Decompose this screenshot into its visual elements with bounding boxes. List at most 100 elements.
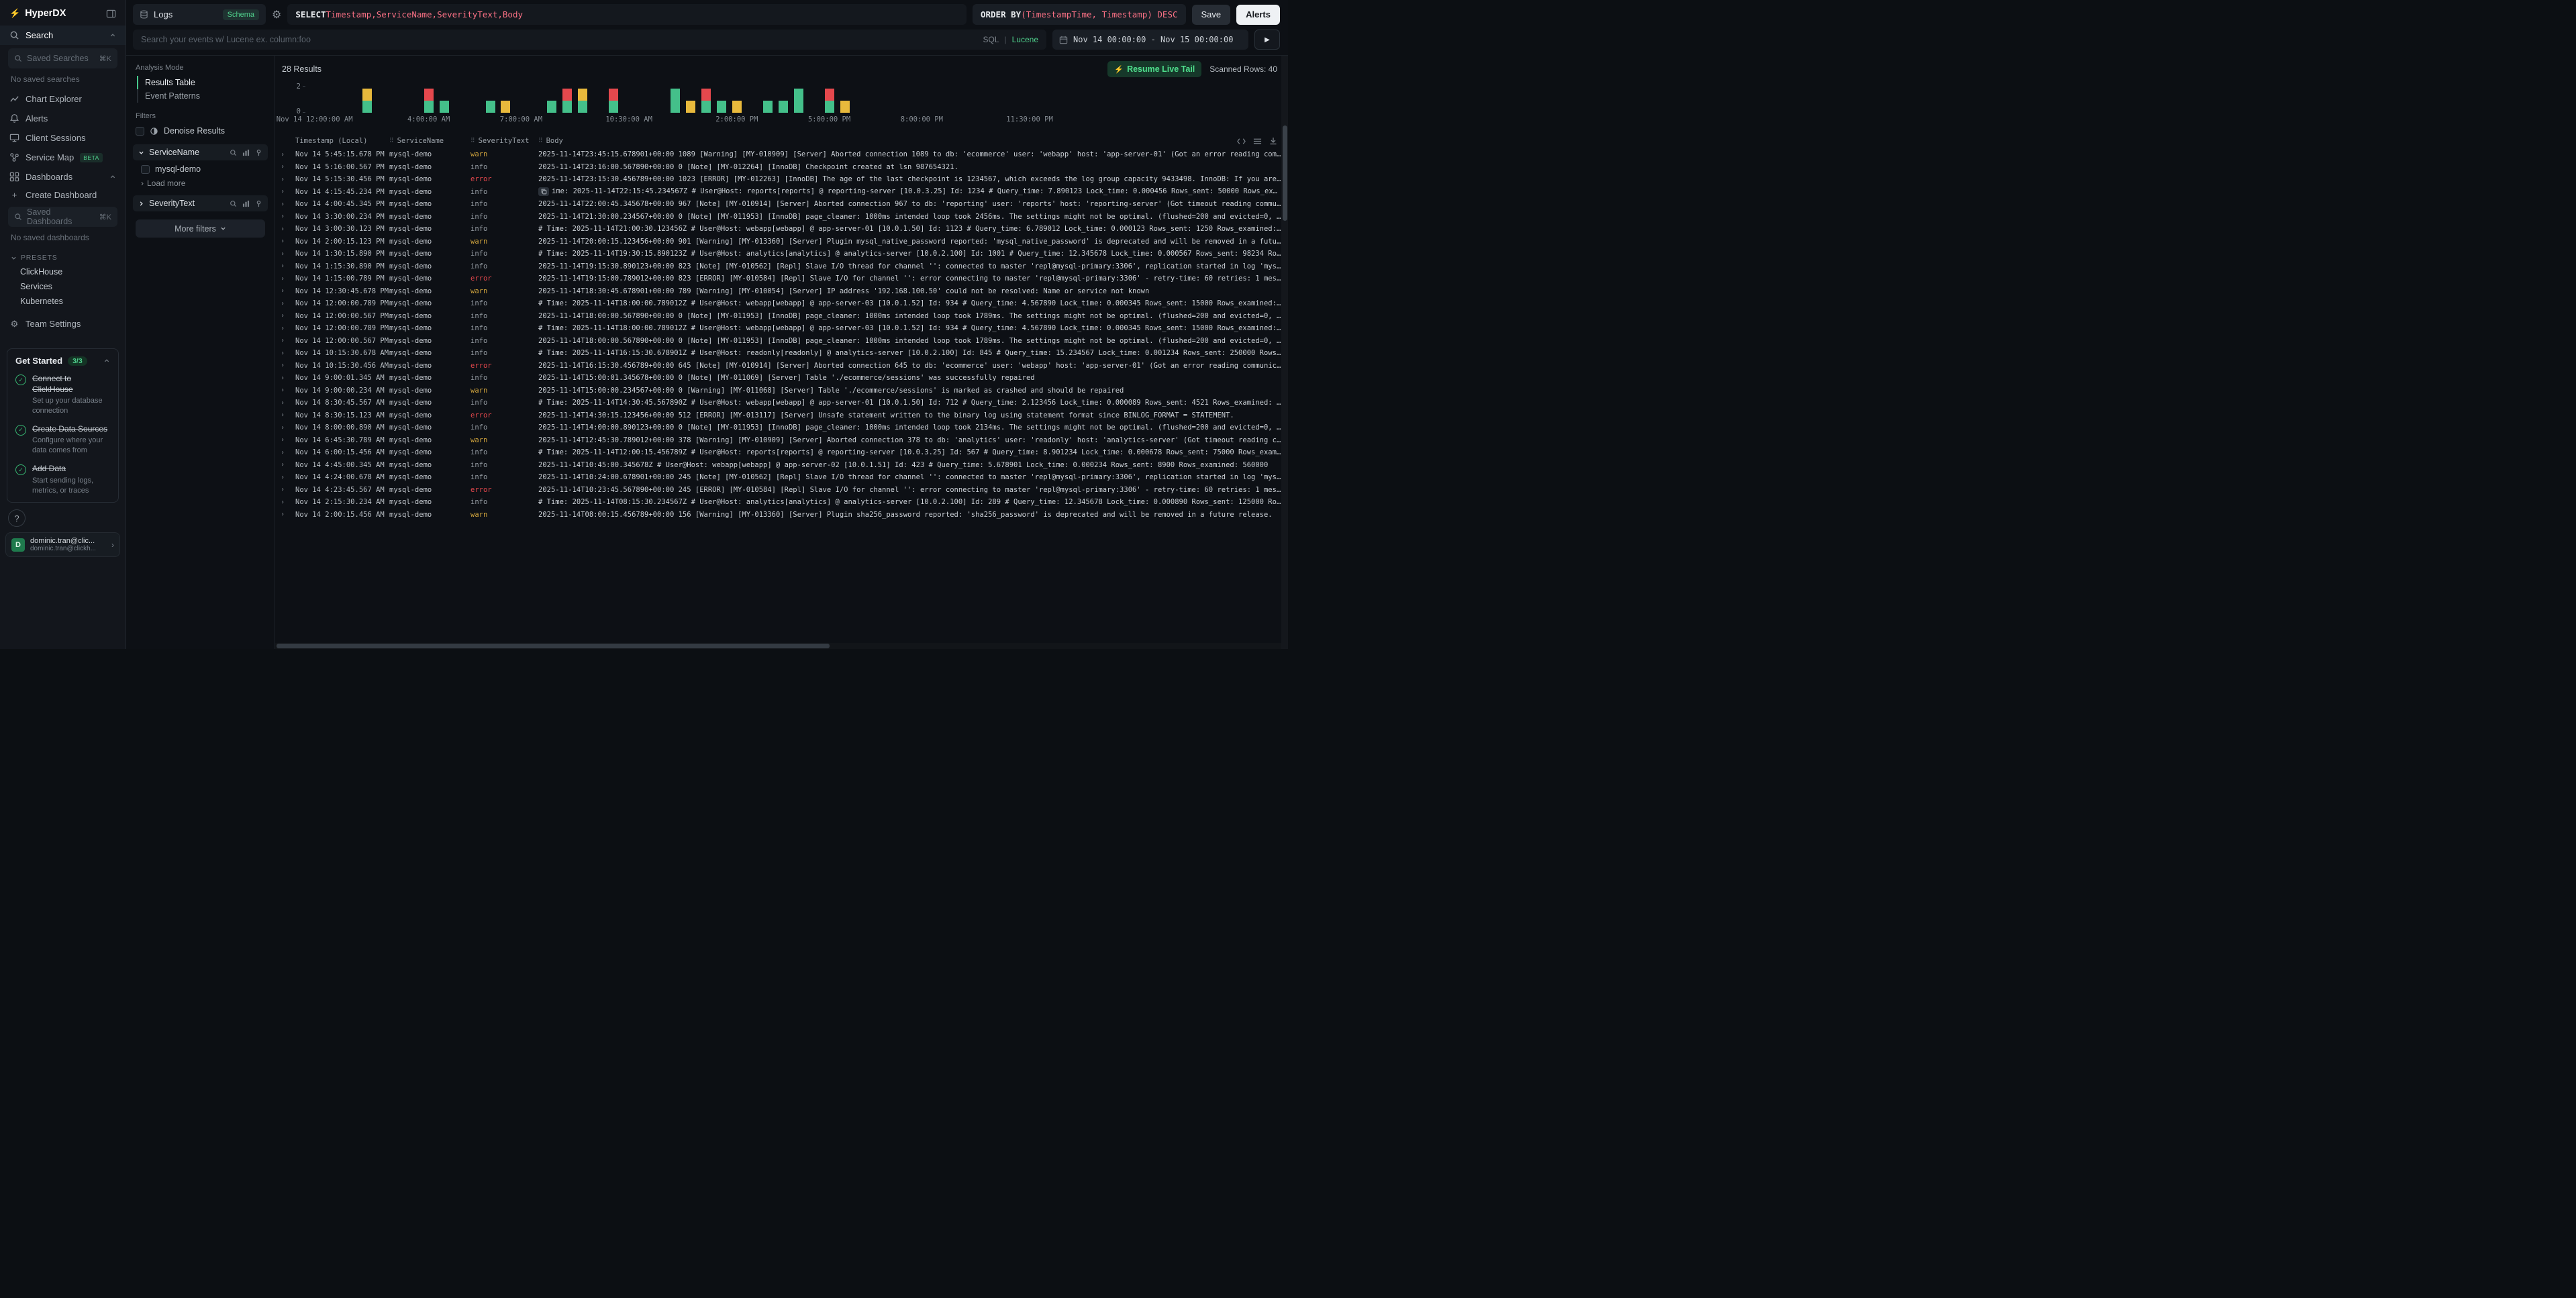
row-expand-icon[interactable]: › [281,499,295,506]
copy-icon[interactable] [538,187,549,196]
table-row[interactable]: ›Nov 14 10:15:30.456 AMmysql-demoerror20… [275,360,1281,372]
histogram-bar[interactable] [578,89,587,113]
download-icon[interactable] [1269,137,1277,145]
alerts-button[interactable]: Alerts [1236,5,1280,25]
saved-dashboards-input[interactable]: Saved Dashboards ⌘K [8,207,117,227]
histogram-bar[interactable] [501,101,510,113]
table-row[interactable]: ›Nov 14 4:45:00.345 AMmysql-demoinfo2025… [275,459,1281,472]
histogram-bar[interactable] [440,101,449,113]
table-row[interactable]: ›Nov 14 1:15:00.789 PMmysql-demoerror202… [275,272,1281,285]
row-expand-icon[interactable]: › [281,399,295,407]
hyperdx-logo[interactable]: ⚡ HyperDX [9,8,66,19]
denoise-checkbox[interactable] [136,127,144,136]
table-row[interactable]: ›Nov 14 1:15:30.890 PMmysql-demoinfo2025… [275,260,1281,273]
table-row[interactable]: ›Nov 14 8:30:45.567 AMmysql-demoinfo# Ti… [275,397,1281,409]
table-row[interactable]: ›Nov 14 5:16:00.567 PMmysql-demoinfo2025… [275,161,1281,174]
get-started-item[interactable]: ✓Create Data SourcesConfigure where your… [15,424,110,456]
histogram-bar[interactable] [779,101,788,113]
histogram-bar[interactable] [840,101,850,113]
get-started-item[interactable]: ✓Add DataStart sending logs, metrics, or… [15,464,110,495]
row-expand-icon[interactable]: › [281,449,295,456]
histogram-bar[interactable] [763,101,773,113]
search-icon[interactable] [230,200,237,207]
table-row[interactable]: ›Nov 14 9:00:01.345 AMmysql-demoinfo2025… [275,372,1281,385]
table-settings-icon[interactable] [1253,138,1262,145]
bar-chart-icon[interactable] [242,149,250,156]
horizontal-scrollbar-thumb[interactable] [277,644,830,648]
help-button[interactable]: ? [8,509,26,527]
sidebar-preset-item[interactable]: Services [0,279,126,294]
row-expand-icon[interactable]: › [281,350,295,357]
bar-chart-icon[interactable] [242,200,250,207]
row-expand-icon[interactable]: › [281,436,295,444]
sidebar-item-chart-explorer[interactable]: Chart Explorer [0,89,126,109]
row-expand-icon[interactable]: › [281,337,295,344]
source-select[interactable]: Logs Schema [133,4,266,25]
row-expand-icon[interactable]: › [281,287,295,295]
row-expand-icon[interactable]: › [281,151,295,158]
search-icon[interactable] [230,149,237,156]
histogram-bar[interactable] [732,101,742,113]
row-expand-icon[interactable]: › [281,226,295,233]
row-expand-icon[interactable]: › [281,176,295,183]
row-expand-icon[interactable]: › [281,424,295,432]
histogram-bar[interactable] [825,89,834,113]
mode-toggle-sql[interactable]: SQL [983,35,999,44]
row-expand-icon[interactable]: › [281,188,295,195]
table-row[interactable]: ›Nov 14 2:00:15.123 PMmysql-demowarn2025… [275,236,1281,248]
table-row[interactable]: ›Nov 14 12:30:45.678 PMmysql-demowarn202… [275,285,1281,298]
histogram-bar[interactable] [717,101,726,113]
mode-toggle-lucene[interactable]: Lucene [1012,35,1038,44]
column-header-body[interactable]: ⠿Body [538,137,1281,145]
table-row[interactable]: ›Nov 14 10:15:30.678 AMmysql-demoinfo# T… [275,347,1281,360]
sidebar-item-client-sessions[interactable]: Client Sessions [0,128,126,148]
histogram-bar[interactable] [362,89,372,113]
table-row[interactable]: ›Nov 14 12:00:00.789 PMmysql-demoinfo# T… [275,322,1281,335]
mode-event-patterns[interactable]: Event Patterns [137,89,275,103]
row-expand-icon[interactable]: › [281,511,295,518]
table-row[interactable]: ›Nov 14 3:30:00.234 PMmysql-demoinfo2025… [275,211,1281,223]
table-row[interactable]: ›Nov 14 4:24:00.678 AMmysql-demoinfo2025… [275,471,1281,484]
event-search-input[interactable]: Search your events w/ Lucene ex. column:… [133,30,1046,50]
row-expand-icon[interactable]: › [281,201,295,208]
drag-handle-icon[interactable]: ⠿ [470,138,475,144]
histogram-bar[interactable] [701,89,711,113]
table-row[interactable]: ›Nov 14 9:00:00.234 AMmysql-demowarn2025… [275,385,1281,397]
table-row[interactable]: ›Nov 14 8:30:15.123 AMmysql-demoerror202… [275,409,1281,422]
histogram-bar[interactable] [424,89,434,113]
sql-select-input[interactable]: SELECT Timestamp,ServiceName,SeverityTex… [287,4,967,25]
sidebar-preset-item[interactable]: ClickHouse [0,264,126,279]
vertical-scrollbar-thumb[interactable] [1283,126,1287,221]
histogram-bar[interactable] [686,101,695,113]
table-row[interactable]: ›Nov 14 5:15:30.456 PMmysql-demoerror202… [275,173,1281,186]
histogram-bar[interactable] [794,89,803,113]
user-menu[interactable]: D dominic.tran@clic... dominic.tran@clic… [5,532,120,557]
row-expand-icon[interactable]: › [281,375,295,382]
drag-handle-icon[interactable]: ⠿ [389,138,394,144]
schema-badge[interactable]: Schema [223,9,259,20]
checkbox[interactable] [141,165,150,174]
histogram-bar[interactable] [547,101,556,113]
presets-toggle[interactable]: PRESETS [0,248,126,264]
row-expand-icon[interactable]: › [281,387,295,394]
column-header-severitytext[interactable]: ⠿SeverityText [470,137,538,145]
code-icon[interactable] [1237,138,1246,145]
row-expand-icon[interactable]: › [281,411,295,419]
table-row[interactable]: ›Nov 14 12:00:00.567 PMmysql-demoinfo202… [275,310,1281,323]
order-by-chip[interactable]: ORDER BY (TimestampTime, Timestamp) DESC [973,4,1186,25]
histogram-bar[interactable] [609,89,618,113]
histogram-bar[interactable] [671,89,680,113]
drag-handle-icon[interactable]: ⠿ [538,138,543,144]
row-expand-icon[interactable]: › [281,474,295,481]
table-row[interactable]: ›Nov 14 1:30:15.890 PMmysql-demoinfo# Ti… [275,248,1281,260]
table-row[interactable]: ›Nov 14 2:15:30.234 AMmysql-demoinfo# Ti… [275,496,1281,509]
row-expand-icon[interactable]: › [281,262,295,270]
run-query-button[interactable]: ▶ [1254,30,1280,50]
sidebar-preset-item[interactable]: Kubernetes [0,294,126,309]
row-expand-icon[interactable]: › [281,300,295,307]
row-expand-icon[interactable]: › [281,325,295,332]
table-row[interactable]: ›Nov 14 4:15:45.234 PMmysql-demoinfoime:… [275,186,1281,199]
sidebar-item-service-map[interactable]: Service Map BETA [0,148,126,167]
histogram-bar[interactable] [486,101,495,113]
row-expand-icon[interactable]: › [281,461,295,468]
